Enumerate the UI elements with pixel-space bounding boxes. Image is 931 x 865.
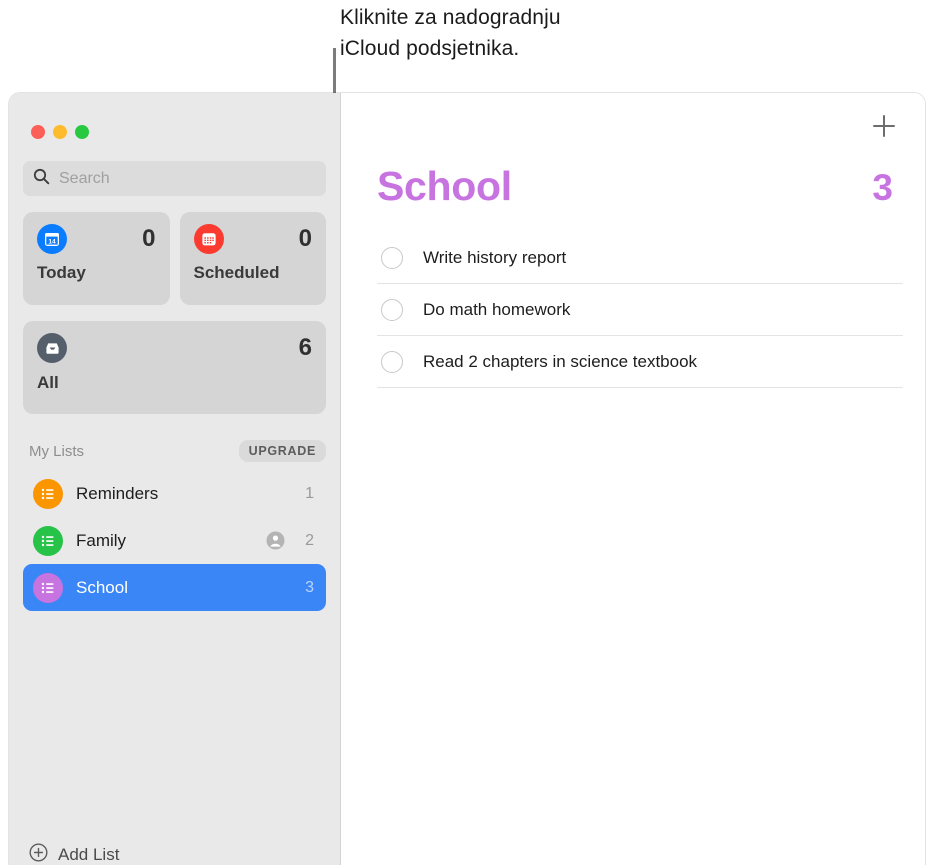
smart-list-all[interactable]: 6 All <box>23 321 326 414</box>
smart-list-label: Scheduled <box>193 263 280 282</box>
search-field[interactable]: Search <box>23 161 326 196</box>
list-item-school[interactable]: School 3 <box>23 564 326 611</box>
list-item-count: 1 <box>305 484 314 502</box>
smart-list-today[interactable]: 14 0 Today <box>23 212 170 305</box>
reminders-content: School 3 Write history report Do math ho… <box>341 93 925 865</box>
window-controls <box>9 93 340 139</box>
smart-list-label: All <box>37 373 59 392</box>
smart-list-label: Today <box>37 263 86 282</box>
reminder-checkbox[interactable] <box>381 350 403 373</box>
page-title: School <box>377 163 512 209</box>
my-lists-label: My Lists <box>29 442 85 460</box>
list-item-reminders[interactable]: Reminders 1 <box>23 470 326 517</box>
smart-list-count: 0 <box>298 225 312 252</box>
smart-list-scheduled[interactable]: 0 Scheduled <box>179 212 326 305</box>
list-bullet-icon <box>33 478 63 509</box>
minimize-button[interactable] <box>53 125 67 139</box>
list-item-label: Family <box>76 530 127 550</box>
zoom-button[interactable] <box>75 125 89 139</box>
list-item-family[interactable]: Family 2 <box>23 517 326 564</box>
callout-text: Kliknite za nadogradnju iCloud podsjetni… <box>340 6 561 60</box>
my-lists-header: My Lists UPGRADE <box>29 440 326 462</box>
upgrade-badge[interactable]: UPGRADE <box>238 440 326 462</box>
smart-lists-row-2: 6 All <box>23 321 326 414</box>
screenshot-root: Kliknite za nadogradnju iCloud podsjetni… <box>0 0 931 865</box>
list-bullet-icon <box>33 525 63 556</box>
close-button[interactable] <box>31 125 45 139</box>
search-icon <box>33 168 50 190</box>
svg-text:14: 14 <box>48 238 56 245</box>
page-title-count: 3 <box>872 167 893 208</box>
search-placeholder: Search <box>59 169 110 187</box>
list-item-count: 3 <box>305 578 314 596</box>
reminder-row[interactable]: Do math homework <box>377 284 903 336</box>
reminder-title: Do math homework <box>423 299 571 319</box>
list-bullet-icon <box>33 572 63 603</box>
smart-lists-row-1: 14 0 Today 0 Scheduled <box>23 212 326 305</box>
smart-list-count: 6 <box>298 334 312 361</box>
user-lists: Reminders 1 Family 2 School 3 <box>23 470 326 611</box>
smart-list-count: 0 <box>142 225 156 252</box>
list-header: School 3 <box>363 93 903 210</box>
plus-circle-icon <box>29 843 48 865</box>
reminder-row[interactable]: Read 2 chapters in science textbook <box>377 336 903 388</box>
calendar-today-icon: 14 <box>37 224 67 254</box>
inbox-icon <box>37 333 67 363</box>
add-list-label: Add List <box>58 845 120 864</box>
add-reminder-button[interactable] <box>871 113 897 139</box>
shared-list-person-icon <box>266 531 285 550</box>
list-item-label: Reminders <box>76 483 159 503</box>
reminder-title: Write history report <box>423 247 567 267</box>
calendar-scheduled-icon <box>193 224 224 254</box>
sidebar: Search 14 0 Today 0 Scheduled 6 All My L… <box>9 93 341 865</box>
reminder-title: Read 2 chapters in science textbook <box>423 351 698 371</box>
reminder-row[interactable]: Write history report <box>377 232 903 284</box>
list-item-label: School <box>76 577 128 597</box>
reminder-checkbox[interactable] <box>381 298 403 321</box>
reminder-checkbox[interactable] <box>381 246 403 269</box>
reminder-list: Write history report Do math homework Re… <box>363 232 903 388</box>
reminders-window: Search 14 0 Today 0 Scheduled 6 All My L… <box>9 93 925 865</box>
add-list-button[interactable]: Add List <box>9 827 340 865</box>
list-item-count: 2 <box>305 531 314 549</box>
